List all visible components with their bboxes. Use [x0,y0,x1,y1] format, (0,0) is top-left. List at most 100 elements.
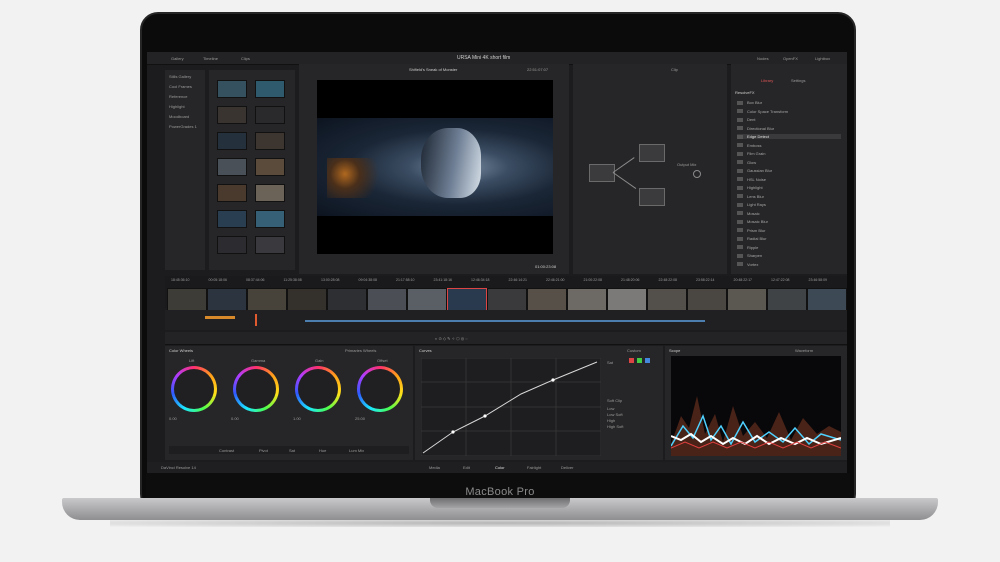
still-thumb[interactable] [255,106,285,124]
gamma-wheel[interactable] [233,366,279,412]
still-thumb[interactable] [217,210,247,228]
gallery-button[interactable]: Gallery [171,56,184,61]
footer-lum-mix[interactable]: Lum Mix [349,448,364,453]
timeline-clip[interactable] [607,288,647,312]
still-thumb[interactable] [255,236,285,254]
clips-button[interactable]: Clips [241,56,250,61]
fx-item[interactable]: Dent [737,117,755,122]
soft-clip-high[interactable]: High [607,418,615,423]
page-color[interactable]: Color [495,465,505,470]
timeline-clip[interactable] [727,288,767,312]
timeline-clip[interactable] [327,288,367,312]
footer-sat[interactable]: Sat [289,448,295,453]
still-thumb[interactable] [217,158,247,176]
sidebar-item[interactable]: Cool Frames [169,84,192,89]
mixer-node[interactable] [693,170,701,178]
nodes-button[interactable]: Nodes [757,56,769,61]
timeline-clip[interactable] [527,288,567,312]
scope-mode[interactable]: Waveform [795,348,813,353]
footer-contrast[interactable]: Contrast [219,448,234,453]
fx-item[interactable]: Highlight [737,185,763,190]
fx-item[interactable]: Radial Blur [737,236,767,241]
fx-item[interactable]: Gaussian Blur [737,168,772,173]
soft-clip-low[interactable]: Low [607,406,614,411]
mini-timeline[interactable] [165,310,847,330]
sidebar-item[interactable]: Reference [169,94,187,99]
timeline-clip[interactable] [567,288,607,312]
curves-mode[interactable]: Custom [627,348,641,353]
wheels-mode[interactable]: Primaries Wheels [345,348,376,353]
offset-values[interactable]: 25.00 [355,416,365,421]
still-thumb[interactable] [217,184,247,202]
timeline-clip[interactable] [647,288,687,312]
timeline-clip[interactable] [367,288,407,312]
fx-item[interactable]: Ripple [737,245,758,250]
still-thumb[interactable] [217,80,247,98]
lightbox-button[interactable]: Lightbox [815,56,830,61]
timeline-clip[interactable] [407,288,447,312]
still-thumb[interactable] [255,132,285,150]
sidebar-item[interactable]: PowerGrades 1 [169,124,197,129]
still-thumb[interactable] [255,80,285,98]
still-thumb[interactable] [255,158,285,176]
still-thumb[interactable] [217,236,247,254]
fx-item[interactable]: Mosaic Blur [737,219,768,224]
sidebar-item[interactable]: Stills Gallery [169,74,191,79]
footer-pivot[interactable]: Pivot [259,448,268,453]
channel-red[interactable] [629,358,634,363]
fx-item[interactable]: Film Grain [737,151,765,156]
timeline-clip[interactable] [207,288,247,312]
lift-values[interactable]: 0.00 [169,416,177,421]
gain-values[interactable]: 1.00 [293,416,301,421]
fx-item[interactable]: Box Blur [737,100,762,105]
timeline-button[interactable]: Timeline [203,56,218,61]
fx-item[interactable]: Prism Blur [737,228,765,233]
timeline-clip[interactable] [687,288,727,312]
channel-blue[interactable] [645,358,650,363]
page-media[interactable]: Media [429,465,440,470]
fx-item[interactable]: HSL Noise [737,177,766,182]
timeline-clip-selected[interactable] [447,288,487,312]
soft-clip-high-soft[interactable]: High Soft [607,424,623,429]
node-02[interactable] [639,144,665,162]
fx-item[interactable]: Vortex [737,262,758,267]
timeline-clip[interactable] [807,288,847,312]
channel-green[interactable] [637,358,642,363]
still-thumb[interactable] [217,132,247,150]
fx-item[interactable]: Directional Blur [737,126,774,131]
video-viewer[interactable] [317,80,553,254]
node-01[interactable] [589,164,615,182]
fx-item[interactable]: Lens Blur [737,194,764,199]
node-03[interactable] [639,188,665,206]
soft-clip-low-soft[interactable]: Low Soft [607,412,623,417]
playhead[interactable] [255,314,257,326]
sidebar-item[interactable]: Highlight [169,104,185,109]
page-deliver[interactable]: Deliver [561,465,573,470]
openfx-button[interactable]: OpenFX [783,56,798,61]
timeline-clip[interactable] [247,288,287,312]
fx-item[interactable]: Emboss [737,143,761,148]
offset-wheel[interactable] [357,366,403,412]
timeline-clip[interactable] [767,288,807,312]
fx-item[interactable]: Light Rays [737,202,766,207]
footer-hue[interactable]: Hue [319,448,326,453]
toolbar-icon[interactable]: ◐ ⊙ ◇ ✎ ✧ ⬡ ◎ ◌ [435,336,468,341]
timeline-clip[interactable] [487,288,527,312]
page-edit[interactable]: Edit [463,465,470,470]
lift-wheel[interactable] [171,366,217,412]
fx-item[interactable]: Edge Detect [737,134,841,139]
page-fairlight[interactable]: Fairlight [527,465,541,470]
curve-graph[interactable] [421,358,601,456]
gain-wheel[interactable] [295,366,341,412]
still-thumb[interactable] [255,210,285,228]
fx-tab-settings[interactable]: Settings [791,78,805,83]
still-thumb[interactable] [217,106,247,124]
fx-item[interactable]: Color Space Transform [737,109,788,114]
fx-item[interactable]: Mosaic [737,211,760,216]
still-thumb[interactable] [255,184,285,202]
timeline-clip[interactable] [167,288,207,312]
sidebar-item[interactable]: Moodboard [169,114,189,119]
fx-tab-library[interactable]: Library [761,78,773,83]
fx-item[interactable]: Sharpen [737,253,762,258]
timeline-clip[interactable] [287,288,327,312]
